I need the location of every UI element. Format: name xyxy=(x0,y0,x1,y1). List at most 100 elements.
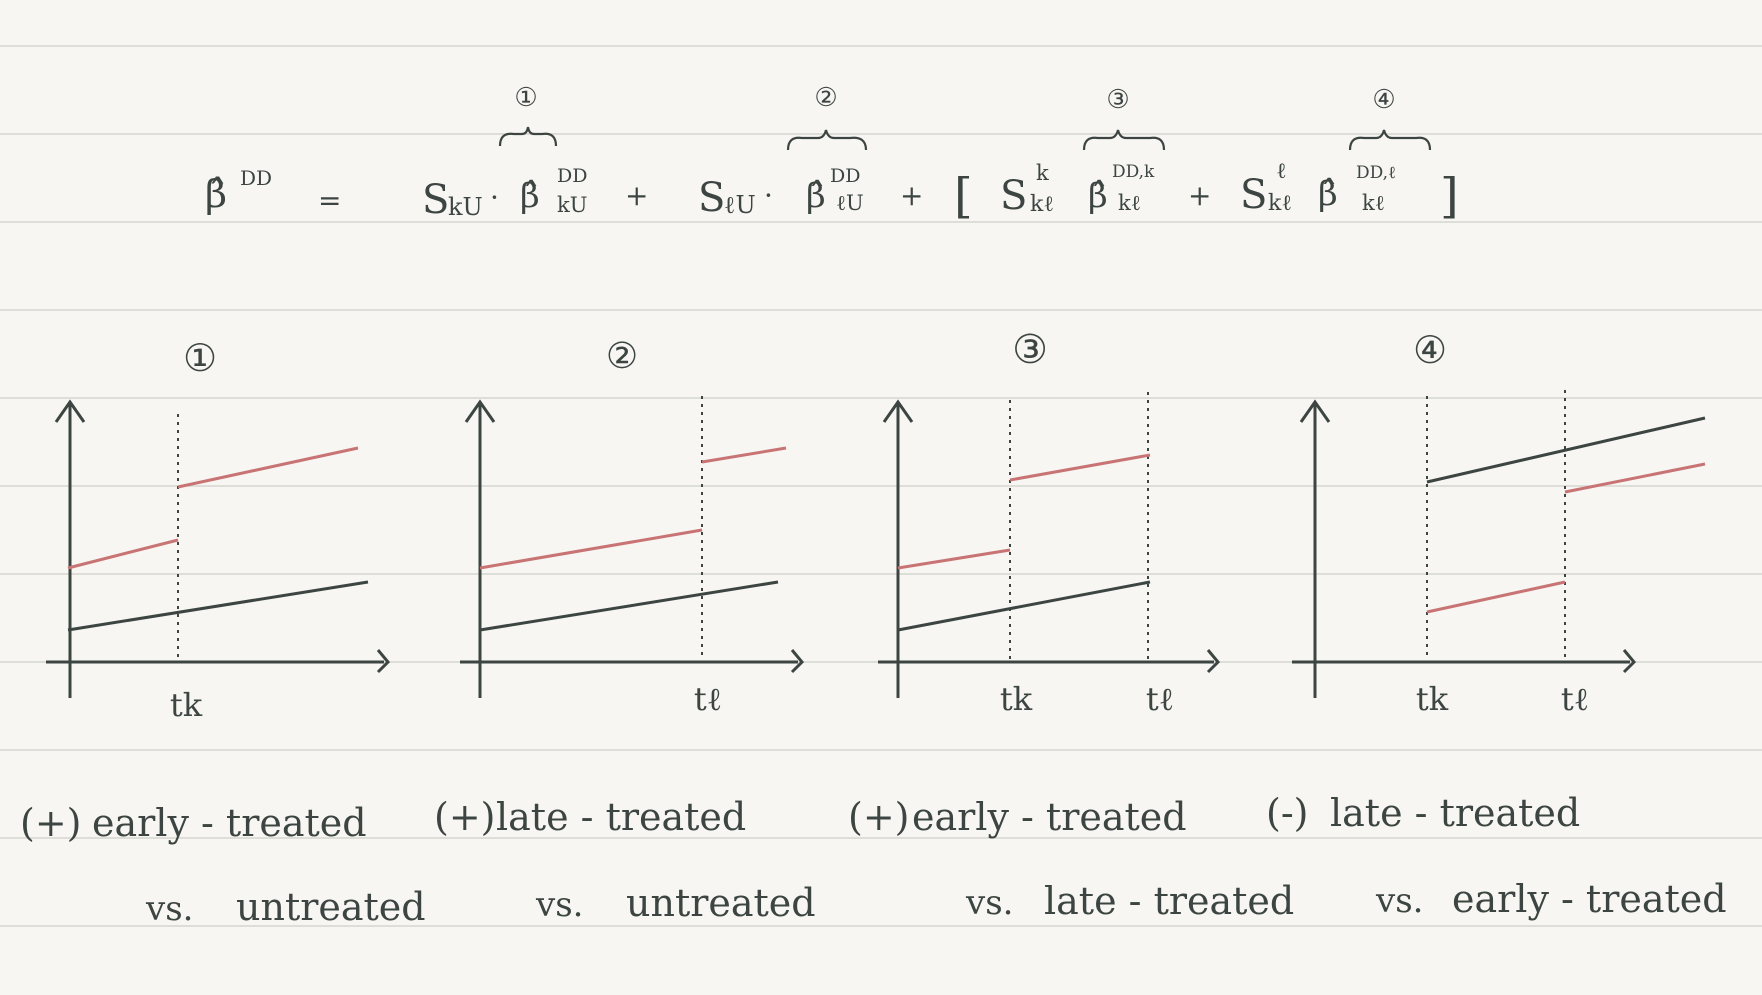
tick-label-tl: tℓ xyxy=(694,680,722,718)
term-2: ② S ℓU · β̂ DD ℓU + xyxy=(698,83,923,221)
panel-4: ④ tk tℓ xyxy=(1292,328,1706,718)
term-number: ③ xyxy=(1106,85,1129,115)
panel-1: ① tk xyxy=(46,336,391,724)
caption-2: (+) late - treated vs. untreated xyxy=(434,795,816,925)
comparison-sign: (+) xyxy=(434,795,496,839)
tick-label-tl: tℓ xyxy=(1561,680,1589,718)
beta-subscript: kℓ xyxy=(1362,191,1385,215)
beta-subscript: kℓ xyxy=(1118,191,1141,215)
treated-group-post-line xyxy=(701,446,787,464)
comparison-sign: (+) xyxy=(20,801,82,845)
brace-icon xyxy=(1082,129,1166,151)
caption-line-2: untreated xyxy=(236,885,426,929)
beta-symbol: β̂ xyxy=(1318,174,1338,214)
y-axis xyxy=(882,399,914,698)
treated-group-pre-line xyxy=(897,548,1011,570)
plus-operator: + xyxy=(625,179,648,212)
weight-symbol: S xyxy=(422,177,449,223)
beta-symbol: β̂ xyxy=(1088,176,1108,216)
caption-line-1: late - treated xyxy=(496,795,746,839)
dot-operator: · xyxy=(764,179,773,212)
weight-superscript: k xyxy=(1036,161,1049,185)
caption-line-1: early - treated xyxy=(912,795,1187,839)
control-group-line xyxy=(479,580,779,632)
caption-3: (+) early - treated vs. late - treated xyxy=(848,795,1294,923)
beta-superscript: DD xyxy=(830,165,860,187)
weight-subscript: kℓ xyxy=(1268,191,1292,216)
panel-number: ③ xyxy=(1012,327,1048,373)
x-axis xyxy=(878,649,1221,674)
weight-symbol: S xyxy=(698,175,725,221)
caption-4: (-) late - treated vs. early - treated xyxy=(1266,791,1727,921)
weight-subscript: kℓ xyxy=(1030,192,1054,217)
beta-superscript: DD xyxy=(557,165,587,187)
caption-vs: vs. xyxy=(145,889,193,929)
beta-subscript: ℓU xyxy=(836,191,864,215)
equation-equals: = xyxy=(318,184,341,217)
beta-symbol: β̂ xyxy=(806,176,826,216)
caption-line-2: late - treated xyxy=(1044,879,1294,923)
x-axis xyxy=(46,649,391,674)
beta-superscript: DD,k xyxy=(1112,162,1155,182)
panel-2: ② tℓ xyxy=(460,336,805,718)
treated-group-post-line xyxy=(177,446,359,489)
treated-group-post-line xyxy=(1009,453,1151,482)
caption-1: (+) early - treated vs. untreated xyxy=(20,801,426,929)
caption-line-1: late - treated xyxy=(1330,791,1580,835)
term-1: ① S kU · β̂ DD kU + xyxy=(422,83,648,223)
open-bracket: [ xyxy=(954,168,973,224)
caption-line-2: early - treated xyxy=(1452,877,1727,921)
dot-operator: · xyxy=(490,181,499,214)
brace-icon xyxy=(1348,129,1432,151)
y-axis xyxy=(54,399,86,698)
weight-symbol: S xyxy=(1000,173,1027,219)
weight-subscript: ℓU xyxy=(724,191,756,219)
tick-label-tl: tℓ xyxy=(1146,680,1174,718)
caption-line-1: early - treated xyxy=(92,801,367,845)
term-number: ② xyxy=(814,83,837,113)
weight-superscript: ℓ xyxy=(1276,159,1287,184)
comparison-sign: (+) xyxy=(848,795,910,839)
equation-lhs: β̂ xyxy=(205,172,227,216)
term-number: ① xyxy=(514,83,537,113)
tick-label-tk: tk xyxy=(170,686,203,724)
weight-subscript: kU xyxy=(448,193,483,221)
beta-symbol: β̂ xyxy=(520,176,540,216)
equation: β̂ DD = ① S kU · β̂ DD kU + ② S ℓU · β̂ … xyxy=(205,83,1459,224)
term-number: ④ xyxy=(1372,85,1395,115)
tick-label-tk: tk xyxy=(1000,680,1033,718)
term-3: ③ S k kℓ β̂ DD,k kℓ + xyxy=(1000,85,1211,219)
y-axis xyxy=(1299,399,1331,698)
caption-vs: vs. xyxy=(965,883,1013,923)
beta-subscript: kU xyxy=(557,193,587,217)
x-axis xyxy=(460,649,805,674)
caption-line-2: untreated xyxy=(626,881,816,925)
control-group-line xyxy=(67,580,369,632)
panel-number: ① xyxy=(183,336,217,380)
panel-number: ② xyxy=(606,336,638,377)
panel-3: ③ tk tℓ xyxy=(878,327,1221,718)
late-treated-post-line xyxy=(1564,462,1706,494)
notebook-page: β̂ DD = ① S kU · β̂ DD kU + ② S ℓU · β̂ … xyxy=(0,0,1762,995)
treated-group-pre-line xyxy=(67,538,179,570)
equation-lhs-sup: DD xyxy=(240,166,272,190)
caption-vs: vs. xyxy=(535,885,583,925)
control-group-line xyxy=(897,580,1151,632)
term-4: ④ S ℓ kℓ β̂ DD,ℓ kℓ xyxy=(1240,85,1432,218)
panel-number: ④ xyxy=(1413,328,1447,372)
weight-symbol: S xyxy=(1240,172,1267,218)
tick-label-tk: tk xyxy=(1416,680,1449,718)
brace-icon xyxy=(498,126,558,147)
comparison-sign: (-) xyxy=(1266,791,1309,835)
y-axis xyxy=(464,399,496,698)
treated-group-pre-line xyxy=(479,528,703,570)
beta-superscript: DD,ℓ xyxy=(1356,163,1396,183)
brace-icon xyxy=(786,129,868,151)
x-axis xyxy=(1292,649,1637,674)
plus-operator: + xyxy=(1188,179,1211,212)
caption-vs: vs. xyxy=(1375,881,1423,921)
close-bracket: ] xyxy=(1440,168,1459,224)
plus-operator: + xyxy=(900,179,923,212)
notebook-canvas: β̂ DD = ① S kU · β̂ DD kU + ② S ℓU · β̂ … xyxy=(0,45,1762,929)
late-treated-pre-line xyxy=(1426,580,1566,614)
